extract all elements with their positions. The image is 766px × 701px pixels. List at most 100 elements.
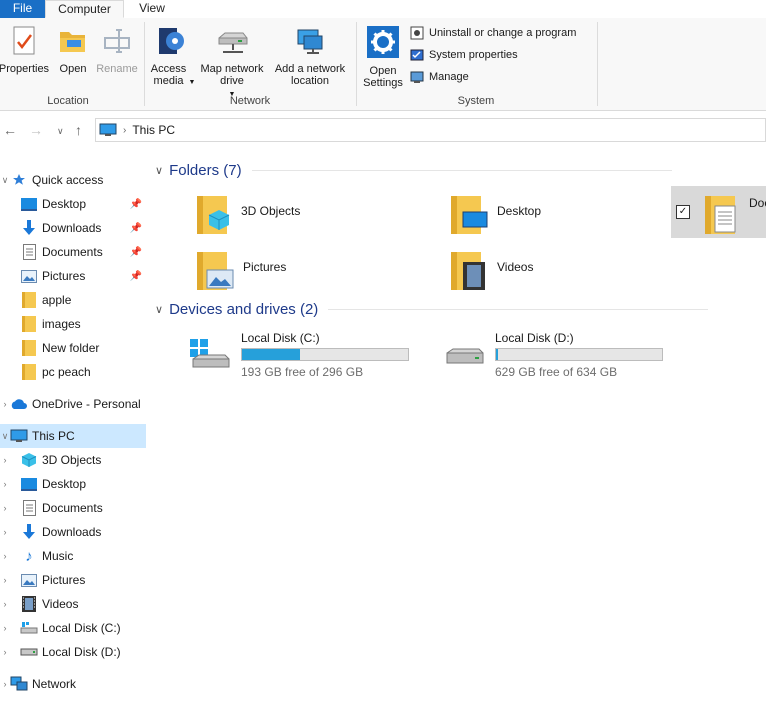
documents-icon	[20, 244, 38, 260]
tree-pc-local-disk-d[interactable]: › Local Disk (D:)	[0, 640, 146, 664]
expand-chevron-icon[interactable]: ›	[0, 455, 10, 465]
expand-chevron-icon[interactable]: ›	[0, 647, 10, 657]
collapse-chevron-icon[interactable]: ∨	[155, 164, 163, 177]
tree-quick-downloads[interactable]: Downloads 📌	[0, 216, 146, 240]
open-settings-button[interactable]: Open Settings	[360, 26, 406, 89]
3d-objects-folder-icon	[197, 196, 230, 234]
desktop-folder-icon	[451, 196, 488, 234]
tree-quick-new-folder[interactable]: New folder	[0, 336, 146, 360]
tab-view[interactable]: View	[130, 0, 174, 18]
network-location-icon	[270, 26, 350, 59]
tree-quick-access[interactable]: ∨ Quick access	[0, 168, 146, 192]
tree-quick-documents[interactable]: Documents 📌	[0, 240, 146, 264]
documents-icon	[20, 500, 38, 516]
breadcrumb-this-pc[interactable]: This PC	[132, 123, 175, 137]
expand-chevron-icon[interactable]: ›	[0, 399, 10, 409]
expand-chevron-icon[interactable]: ›	[0, 527, 10, 537]
download-arrow-icon	[20, 524, 38, 540]
expand-chevron-icon[interactable]: ›	[0, 503, 10, 513]
tree-pc-local-disk-c[interactable]: › Local Disk (C:)	[0, 616, 146, 640]
desktop-icon	[20, 196, 38, 212]
selection-checkbox[interactable]: ✓	[676, 205, 690, 219]
add-network-location-button[interactable]: Add a network location	[270, 26, 350, 87]
drives-section-header[interactable]: ∨ Devices and drives (2)	[155, 301, 709, 318]
expand-chevron-icon[interactable]: ›	[0, 551, 10, 561]
tree-this-pc[interactable]: ∨ This PC	[0, 424, 146, 448]
group-divider	[597, 22, 598, 106]
drive-tile-d[interactable]: Local Disk (D:) 629 GB free of 634 GB	[443, 329, 663, 379]
tree-pc-music[interactable]: › ♪ Music	[0, 544, 146, 568]
tree-onedrive[interactable]: › OneDrive - Personal	[0, 392, 146, 416]
tree-quick-apple[interactable]: apple	[0, 288, 146, 312]
pictures-icon	[20, 268, 38, 284]
tree-pc-desktop[interactable]: › Desktop	[0, 472, 146, 496]
folder-tile-3d-objects[interactable]: 3D Objects	[195, 192, 300, 236]
collapse-chevron-icon[interactable]: ∨	[0, 175, 10, 186]
manage-button[interactable]: Manage	[410, 68, 469, 86]
cloud-icon	[10, 396, 28, 412]
tree-quick-images[interactable]: images	[0, 312, 146, 336]
star-icon	[10, 172, 28, 188]
folder-tile-pictures[interactable]: Pictures	[195, 248, 286, 292]
collapse-chevron-icon[interactable]: ∨	[0, 431, 10, 442]
expand-chevron-icon[interactable]: ›	[0, 575, 10, 585]
expand-chevron-icon[interactable]: ›	[0, 679, 10, 689]
tree-quick-pictures[interactable]: Pictures 📌	[0, 264, 146, 288]
expand-chevron-icon[interactable]: ›	[0, 599, 10, 609]
folder-tile-desktop[interactable]: Desktop	[449, 192, 541, 236]
ribbon-tab-row: File Computer View	[0, 0, 766, 19]
navigation-pane: ∨ Quick access Desktop 📌 Downloads 📌 Doc…	[0, 166, 146, 701]
open-button[interactable]: Open	[55, 26, 91, 75]
recent-locations-chevron-icon[interactable]: ∨	[57, 126, 64, 137]
tree-network[interactable]: › Network	[0, 672, 146, 696]
collapse-chevron-icon[interactable]: ∨	[155, 303, 163, 316]
tree-pc-downloads[interactable]: › Downloads	[0, 520, 146, 544]
address-bar[interactable]: › This PC	[95, 118, 766, 142]
access-media-button[interactable]: Access media ▼	[148, 26, 196, 89]
drive-name: Local Disk (D:)	[495, 331, 574, 345]
music-note-icon: ♪	[25, 547, 33, 565]
desktop-icon	[20, 476, 38, 492]
forward-arrow-icon[interactable]: →	[29, 122, 43, 138]
pictures-icon	[20, 572, 38, 588]
network-group-label: Network	[229, 95, 271, 107]
tree-pc-pictures[interactable]: › Pictures	[0, 568, 146, 592]
manage-icon	[410, 71, 424, 83]
system-properties-button[interactable]: System properties	[410, 46, 518, 64]
map-network-drive-button[interactable]: Map network drive▼	[196, 26, 268, 101]
ribbon: Properties Open Rename Location Access m…	[0, 18, 766, 111]
usage-fill	[496, 349, 498, 360]
pin-icon[interactable]: 📌	[130, 247, 142, 258]
back-arrow-icon[interactable]: ←	[3, 122, 17, 138]
tree-pc-documents[interactable]: › Documents	[0, 496, 146, 520]
group-divider	[356, 22, 357, 106]
uninstall-program-button[interactable]: Uninstall or change a program	[410, 24, 576, 42]
pin-icon[interactable]: 📌	[130, 223, 142, 234]
expand-chevron-icon[interactable]: ›	[0, 479, 10, 489]
open-folder-icon	[55, 26, 91, 59]
tab-computer[interactable]: Computer	[45, 0, 124, 18]
tree-quick-pc-peach[interactable]: pc peach	[0, 360, 146, 384]
tree-pc-videos[interactable]: › Videos	[0, 592, 146, 616]
pictures-folder-icon	[197, 252, 234, 290]
tree-pc-3d-objects[interactable]: › 3D Objects	[0, 448, 146, 472]
usage-bar	[495, 348, 663, 361]
folder-tile-documents-selected[interactable]: ✓ Doc	[671, 186, 766, 238]
drive-icon	[446, 348, 484, 364]
tree-quick-desktop[interactable]: Desktop 📌	[0, 192, 146, 216]
download-arrow-icon	[20, 220, 38, 236]
folders-section-header[interactable]: ∨ Folders (7)	[155, 162, 672, 179]
up-arrow-icon[interactable]: ↑	[75, 122, 82, 138]
drive-icon	[20, 644, 38, 660]
group-divider	[144, 22, 145, 106]
expand-chevron-icon[interactable]: ›	[0, 623, 10, 633]
pin-icon[interactable]: 📌	[130, 271, 142, 282]
folder-tile-videos[interactable]: Videos	[449, 248, 533, 292]
rename-button[interactable]: Rename	[95, 26, 139, 75]
drive-tile-c[interactable]: Local Disk (C:) 193 GB free of 296 GB	[189, 329, 409, 379]
properties-button[interactable]: Properties	[0, 26, 52, 75]
tab-file[interactable]: File	[0, 0, 45, 18]
pin-icon[interactable]: 📌	[130, 199, 142, 210]
free-space-text: 193 GB free of 296 GB	[241, 365, 364, 379]
system-properties-icon	[410, 49, 424, 61]
